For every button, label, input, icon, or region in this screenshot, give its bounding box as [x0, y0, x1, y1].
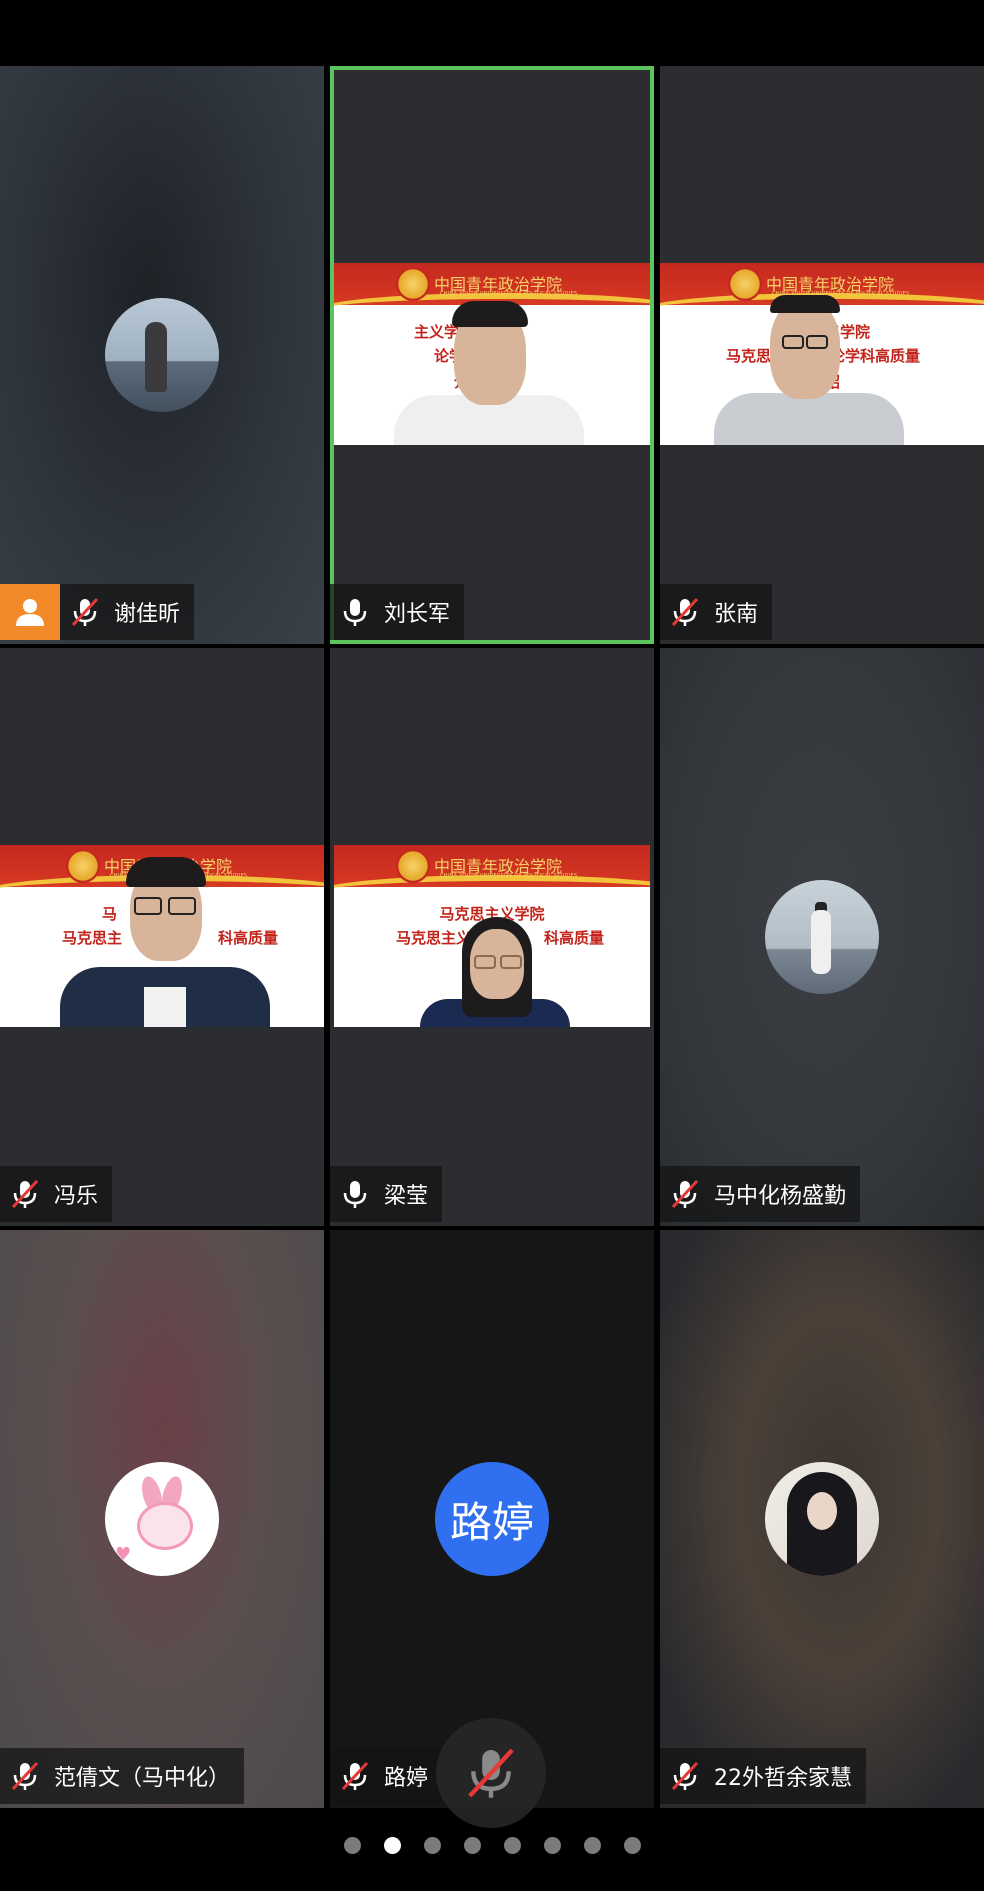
participant-tile-4[interactable]: 中国青年政治学院 CHINA YOUTH UNIVERSITY OF POLIT…: [0, 648, 324, 1226]
mic-on-icon: [338, 595, 372, 629]
participant-tile-7[interactable]: ♥ 范倩文（马中化）: [0, 1230, 324, 1808]
participant-name-label: 冯乐: [0, 1166, 113, 1222]
page-dot-2[interactable]: [383, 1837, 401, 1854]
host-badge: [0, 584, 60, 640]
video-feed: 中国青年政治学院 CHINA YOUTH UNIVERSITY OF POLIT…: [0, 845, 324, 1027]
participant-name-label: 张南: [660, 584, 773, 640]
participant-text-avatar: 路婷: [435, 1462, 549, 1576]
participant-name: 谢佳昕: [114, 602, 181, 627]
participant-name: 张南: [714, 602, 759, 627]
participant-avatar: [765, 880, 879, 994]
speaker-person: [394, 295, 584, 445]
participant-name: 刘长军: [384, 602, 451, 627]
page-dot-3[interactable]: [423, 1837, 441, 1854]
participant-avatar: [105, 298, 219, 412]
participant-name-label: 范倩文（马中化）: [0, 1748, 245, 1804]
mic-muted-icon: [668, 1759, 702, 1793]
participant-tile-1[interactable]: 谢佳昕: [0, 66, 324, 644]
participant-name: 马中化杨盛勤: [714, 1184, 847, 1209]
page-dot-5[interactable]: [503, 1837, 521, 1854]
participant-name-label: 谢佳昕: [60, 584, 195, 640]
logo-sub: CHINA YOUTH UNIVERSITY OF POLITICAL STUD…: [440, 873, 578, 879]
participant-name: 范倩文（马中化）: [54, 1766, 231, 1791]
video-feed: 中国青年政治学院 CHINA YOUTH UNIVERSITY OF POLIT…: [660, 263, 984, 445]
mic-muted-icon: [468, 1748, 514, 1798]
mic-muted-icon: [668, 1177, 702, 1211]
participant-tile-6[interactable]: 马中化杨盛勤: [660, 648, 984, 1226]
page-indicator: [0, 1837, 984, 1857]
video-feed: 中国青年政治学院 CHINA YOUTH UNIVERSITY OF POLIT…: [334, 263, 650, 445]
mic-muted-icon: [8, 1759, 42, 1793]
participant-name-label: 马中化杨盛勤: [660, 1166, 861, 1222]
speaker-person: [714, 295, 904, 445]
participant-name-label: 梁莹: [330, 1166, 443, 1222]
participant-name: 路婷: [384, 1766, 429, 1791]
participant-name: 梁莹: [384, 1184, 429, 1209]
video-grid: 谢佳昕 中国青年政治学院 CHINA YOUTH UNIVERSITY OF P…: [0, 66, 984, 1809]
page-dot-6[interactable]: [543, 1837, 561, 1854]
participant-name-label: 路婷: [330, 1748, 443, 1804]
speaker-person: [420, 917, 570, 1027]
page-dot-8[interactable]: [623, 1837, 641, 1854]
participant-tile-3[interactable]: 中国青年政治学院 CHINA YOUTH UNIVERSITY OF POLIT…: [660, 66, 984, 644]
participant-tile-5[interactable]: 中国青年政治学院 CHINA YOUTH UNIVERSITY OF POLIT…: [330, 648, 654, 1226]
participant-tile-2[interactable]: 中国青年政治学院 CHINA YOUTH UNIVERSITY OF POLIT…: [330, 66, 654, 644]
participant-name: 冯乐: [54, 1184, 99, 1209]
participant-name-label: 22外哲余家慧: [660, 1748, 866, 1804]
page-dot-4[interactable]: [463, 1837, 481, 1854]
person-icon: [16, 599, 44, 626]
mic-on-icon: [338, 1177, 372, 1211]
speaker-person: [60, 851, 270, 1027]
mic-muted-icon: [68, 595, 102, 629]
mic-muted-icon: [8, 1177, 42, 1211]
page-dot-1[interactable]: [343, 1837, 361, 1854]
participant-name: 22外哲余家慧: [714, 1766, 852, 1791]
mute-toggle-button[interactable]: [436, 1718, 546, 1828]
page-dot-7[interactable]: [583, 1837, 601, 1854]
mic-muted-icon: [668, 595, 702, 629]
participant-avatar: ♥: [105, 1462, 219, 1576]
participant-avatar: [765, 1462, 879, 1576]
participant-name-label: 刘长军: [330, 584, 465, 640]
video-feed: 中国青年政治学院 CHINA YOUTH UNIVERSITY OF POLIT…: [334, 845, 650, 1027]
mic-muted-icon: [338, 1759, 372, 1793]
participant-tile-9[interactable]: 22外哲余家慧: [660, 1230, 984, 1808]
